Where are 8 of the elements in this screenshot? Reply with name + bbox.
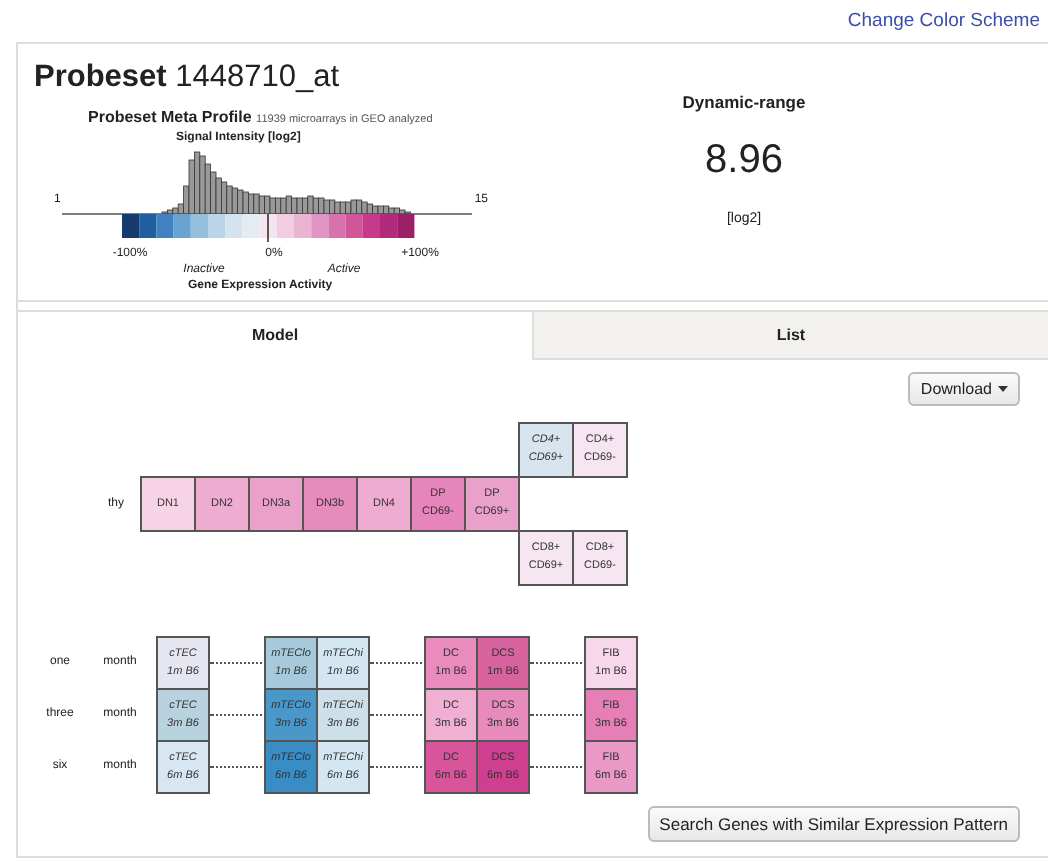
probeset-title: Probeset 1448710_at — [34, 60, 342, 96]
change-color-scheme-link[interactable]: Change Color Scheme — [847, 10, 1040, 32]
caret-icon — [998, 386, 1008, 392]
download-button[interactable]: Download — [908, 372, 1020, 406]
search-similar-button[interactable]: Search Genes with Similar Expression Pattern — [647, 806, 1020, 842]
dynamic-range-value: 8.96 — [705, 138, 783, 184]
view-tab[interactable]: List — [532, 310, 1048, 360]
dynamic-range-title: Dynamic-range — [682, 92, 806, 112]
